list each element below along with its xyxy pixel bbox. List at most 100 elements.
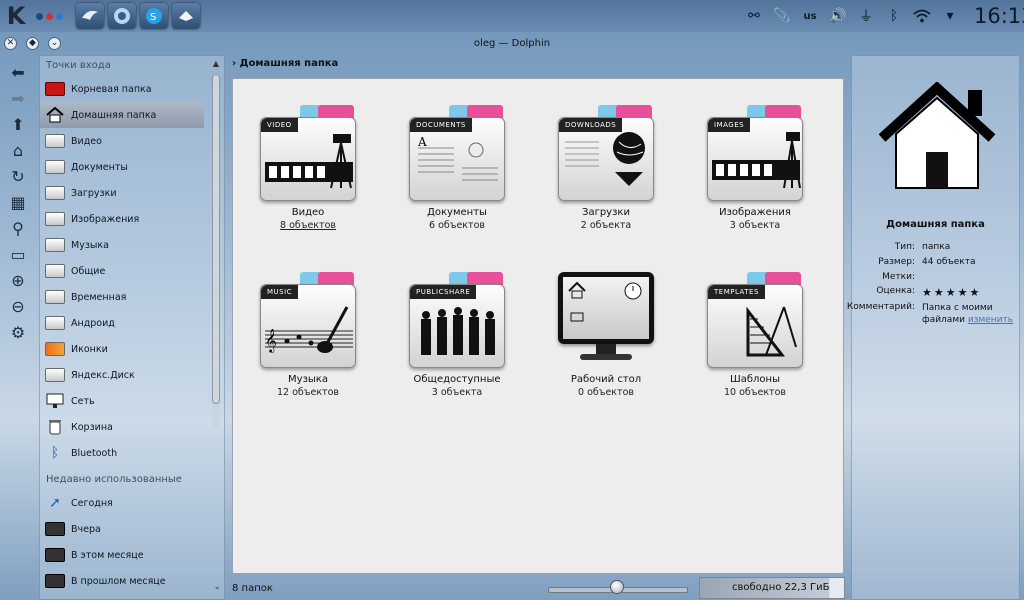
places-header: Точки входа [46, 60, 111, 71]
network-share-icon[interactable]: ⚯ [744, 6, 764, 26]
places-item-documents[interactable]: Документы [40, 154, 224, 180]
folder-item-video[interactable]: VIDEO Видео 8 объектов [243, 79, 373, 231]
volume-icon[interactable]: 🔊 [828, 6, 848, 26]
system-tray: ⚯ 📎 us 🔊 ⏚ ᛒ ▾ 16:13 [740, 0, 1024, 32]
home-preview-icon [878, 82, 996, 189]
zoom-out-icon[interactable]: ⊖ [6, 294, 30, 318]
keyboard-layout[interactable]: us [800, 6, 820, 26]
free-space-indicator[interactable]: свободно 22,3 ГиБ [699, 577, 845, 599]
places-item-root[interactable]: Корневая папка [40, 76, 224, 102]
info-comment-row[interactable]: Комментарий: Папка с моими файлами измен… [847, 302, 1019, 330]
usb-icon[interactable]: ⏚ [856, 6, 876, 26]
edit-comment-link[interactable]: изменить [968, 315, 1013, 325]
icons-view-icon[interactable]: ▦ [6, 190, 30, 214]
places-item-label: Корневая папка [71, 83, 152, 95]
scroll-down-icon[interactable]: ⌄ [213, 582, 221, 592]
breadcrumb[interactable]: › Домашняя папка [232, 58, 338, 69]
files-task-icon[interactable] [172, 3, 200, 29]
svg-text:S: S [150, 12, 156, 23]
top-panel: K S ⚯ 📎 us 🔊 ⏚ ᛒ ▾ 16:13 [0, 0, 1024, 32]
clock[interactable]: 16:13 [974, 4, 1024, 28]
folder-item-public[interactable]: PUBLICSHARE Общедоступные 3 объекта [392, 246, 522, 398]
zoom-slider-handle[interactable] [609, 580, 624, 594]
icons-folder-icon [45, 341, 65, 357]
information-panel: Домашняя папка Тип: папка Размер: 44 объек… [847, 55, 1020, 600]
today-icon: ➚ [49, 495, 61, 511]
folder-name: Документы [427, 207, 487, 218]
browser-task-icon[interactable] [108, 3, 136, 29]
recent-item-yesterday[interactable]: Вчера [40, 516, 224, 542]
places-item-trash[interactable]: Корзина [40, 414, 224, 440]
compact-icon[interactable]: ▭ [6, 242, 30, 266]
recent-item-this-month[interactable]: В этом месяце [40, 542, 224, 568]
forward-icon[interactable]: ➡ [6, 86, 30, 110]
places-item-home[interactable]: Домашняя папка [40, 102, 204, 128]
breadcrumb-current[interactable]: Домашняя папка [240, 58, 339, 69]
places-item-android[interactable]: Андроид [40, 310, 224, 336]
home-icon [45, 106, 65, 123]
folder-item-desktop[interactable]: Рабочий стол 0 объектов [541, 246, 671, 398]
recent-item-label: В прошлом месяце [71, 575, 166, 587]
android-folder-icon [45, 315, 65, 331]
info-tags-row[interactable]: Метки: [852, 272, 1019, 286]
bluetooth-icon[interactable]: ᛒ [884, 6, 904, 26]
places-item-yandex-disk[interactable]: Яндекс.Диск [40, 362, 224, 388]
places-item-icons[interactable]: Иконки [40, 336, 224, 362]
places-item-label: Корзина [71, 421, 113, 433]
places-item-images[interactable]: Изображения [40, 206, 224, 232]
trash-icon [45, 419, 65, 435]
places-item-public[interactable]: Общие [40, 258, 224, 284]
root-folder-icon [45, 81, 65, 97]
info-title: Домашняя папка [886, 219, 985, 230]
places-item-downloads[interactable]: Загрузки [40, 180, 224, 206]
activities-icon[interactable] [36, 12, 70, 20]
zoom-in-icon[interactable]: ⊕ [6, 268, 30, 292]
rating-stars[interactable]: ★★★★★ [922, 286, 981, 299]
folder-item-documents[interactable]: DOCUMENTS A Документы 6 объектов [392, 79, 522, 231]
reload-icon[interactable]: ↻ [6, 164, 30, 188]
places-item-label: Андроид [71, 317, 115, 329]
places-item-bluetooth[interactable]: ᛒ Bluetooth [40, 440, 224, 466]
places-item-network[interactable]: Сеть [40, 388, 224, 414]
home-icon[interactable]: ⌂ [6, 138, 30, 162]
places-item-label: Загрузки [71, 187, 117, 199]
folder-name: Загрузки [582, 207, 630, 218]
free-space-label: свободно 22,3 ГиБ [732, 582, 830, 593]
places-item-label: Яндекс.Диск [71, 369, 135, 381]
back-icon[interactable]: ⬅ [6, 60, 30, 84]
find-icon[interactable]: ⚲ [6, 216, 30, 240]
places-item-music[interactable]: Музыка [40, 232, 224, 258]
skype-task-icon[interactable]: S [140, 3, 168, 29]
folder-item-images[interactable]: IMAGES Изображения 3 объекта [690, 79, 820, 231]
folder-item-templates[interactable]: TEMPLATES Шаблоны 10 объектов [690, 246, 820, 398]
recent-item-today[interactable]: ➚ Сегодня [40, 490, 224, 516]
menu-arrow-icon[interactable]: ▾ [940, 6, 960, 26]
places-item-temp[interactable]: Временная [40, 284, 224, 310]
settings-icon[interactable]: ⚙ [6, 320, 30, 344]
public-folder-icon: PUBLICSHARE [409, 272, 505, 368]
folder-item-downloads[interactable]: DOWNLOADS Загрузки 2 объекта [541, 79, 671, 231]
info-rating-row[interactable]: Оценка: ★★★★★ [852, 286, 1019, 300]
places-item-video[interactable]: Видео [40, 128, 224, 154]
file-view[interactable]: VIDEO Видео 8 объектов DOCUMENTS A Докум… [232, 78, 844, 574]
video-folder-icon: VIDEO [260, 105, 356, 201]
dolphin-task-icon[interactable] [76, 3, 104, 29]
up-icon[interactable]: ⬆ [6, 112, 30, 136]
window-titlebar: ✕ ◆ ⌄ oleg — Dolphin [0, 33, 1024, 55]
paperclip-icon[interactable]: 📎 [772, 6, 792, 26]
temp-folder-icon [45, 289, 65, 305]
recent-item-last-month[interactable]: В прошлом месяце [40, 568, 224, 594]
info-size-row: Размер: 44 объекта [878, 257, 976, 267]
folder-item-music[interactable]: MUSIC 𝄞 Музыка 12 объектов [243, 246, 373, 398]
scroll-up-icon[interactable]: ▲ [213, 59, 219, 68]
wifi-icon[interactable] [912, 6, 932, 26]
places-item-label: Документы [71, 161, 128, 173]
folder-name: Изображения [719, 207, 791, 218]
scrollbar-thumb[interactable] [212, 74, 220, 404]
downloads-folder-icon [45, 185, 65, 201]
images-folder-icon [45, 211, 65, 227]
network-icon [45, 393, 65, 409]
folder-count: 6 объектов [429, 220, 485, 231]
folder-count: 2 объекта [580, 220, 632, 231]
kde-k-icon[interactable]: K [2, 2, 30, 30]
